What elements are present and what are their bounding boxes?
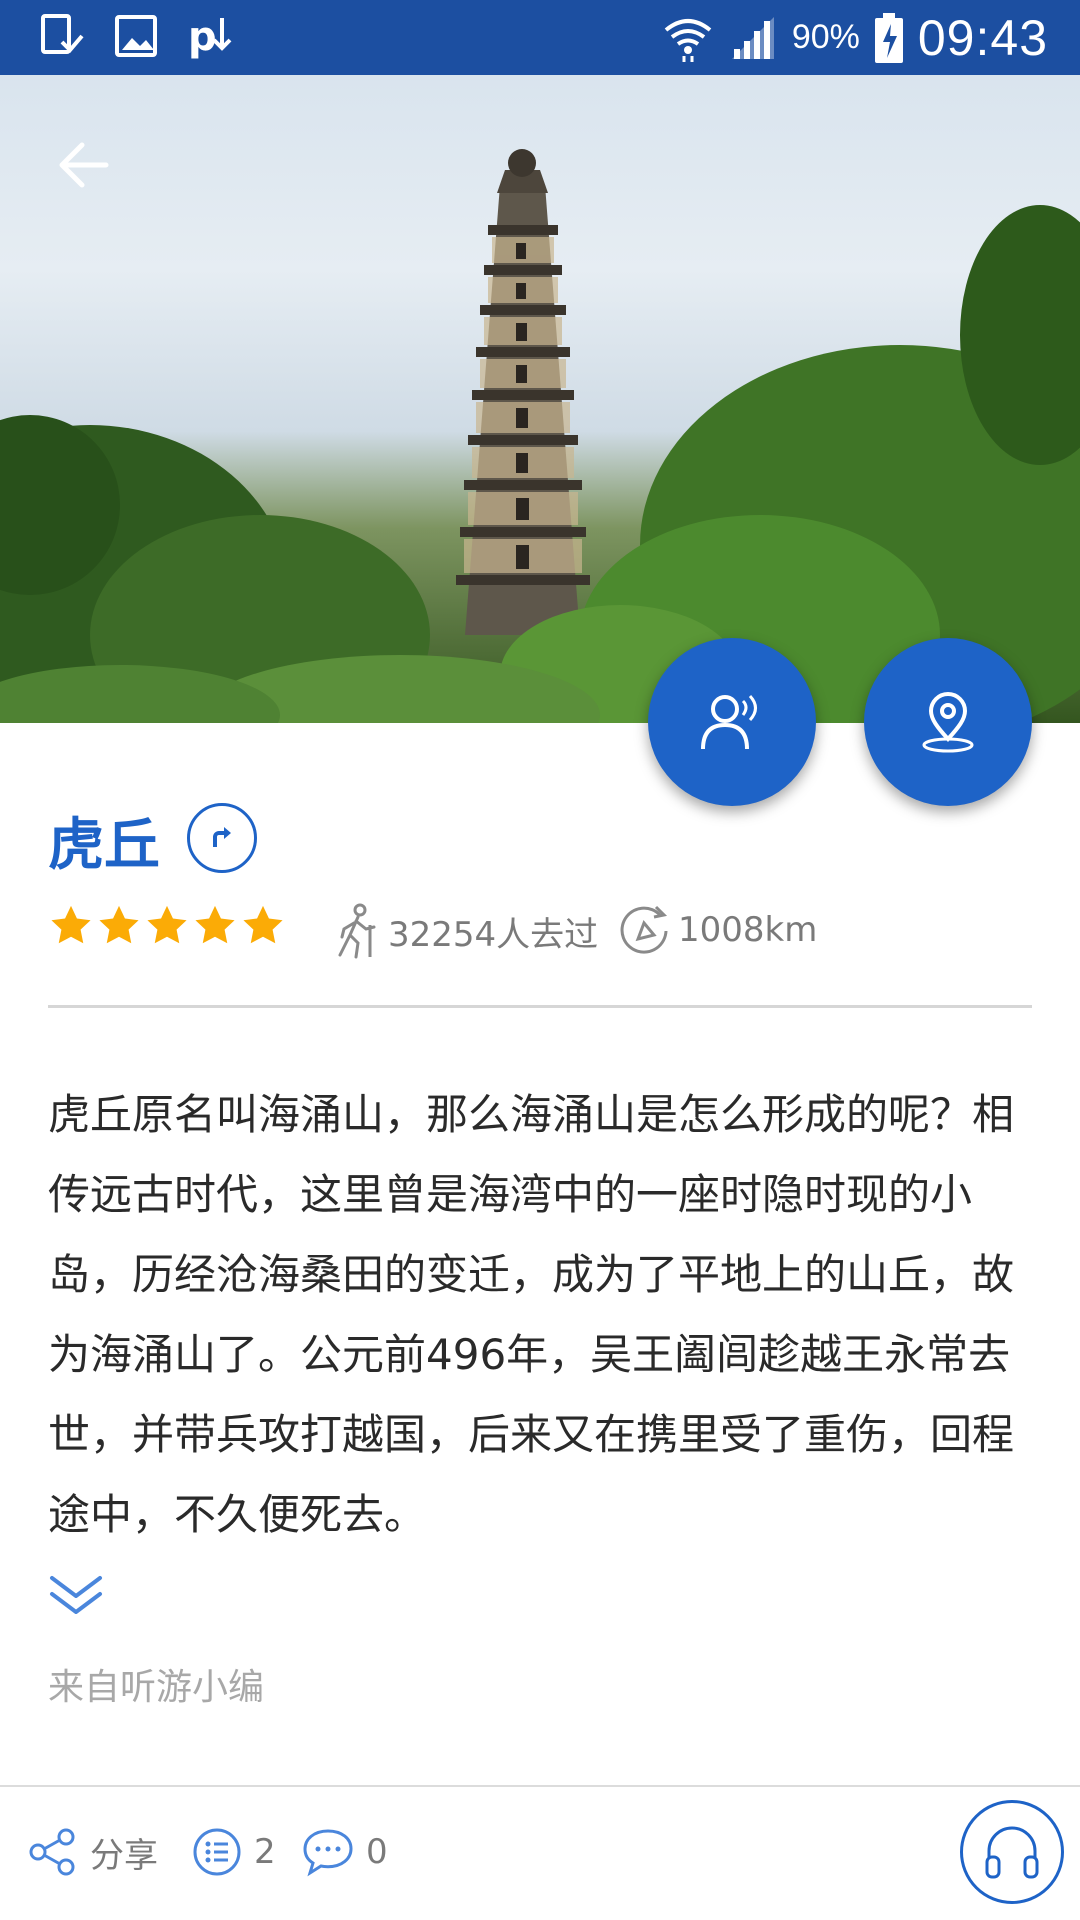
expand-button[interactable]: [48, 1572, 104, 1620]
comment-button[interactable]: 0: [302, 1827, 388, 1877]
svg-text:p: p: [188, 14, 217, 60]
star-icon: [243, 905, 283, 944]
back-button[interactable]: [50, 130, 120, 200]
share-button[interactable]: 分享: [28, 1827, 158, 1877]
pagoda-scene: [0, 149, 1080, 723]
visitor-count-text: 32254人去过: [388, 914, 599, 955]
speaking-person-icon: [701, 694, 757, 750]
wifi-icon: [664, 18, 712, 62]
app-notification-icon: p: [188, 14, 232, 60]
list-button[interactable]: 2: [192, 1827, 276, 1877]
visitor-count: 32254人去过: [330, 903, 598, 959]
distance-text: 1008km: [678, 910, 818, 950]
status-bar-notifications: p: [40, 12, 236, 60]
comment-icon: [303, 1829, 353, 1877]
walking-person-icon: [338, 903, 376, 959]
rating-stars: [48, 903, 286, 949]
share-icon: [29, 1828, 75, 1876]
map-pin-icon: [922, 692, 974, 753]
audio-guide-button[interactable]: [648, 638, 816, 806]
battery-percent: 90%: [791, 18, 860, 56]
star-icon: [147, 905, 187, 944]
source-credit: 来自听游小编: [48, 1667, 265, 1708]
list-count: 2: [254, 1832, 276, 1872]
route-button[interactable]: [187, 803, 257, 873]
distance: 1008km: [618, 903, 817, 957]
comment-count: 0: [366, 1832, 388, 1872]
page-title: 虎丘: [48, 813, 160, 878]
arrow-left-icon: [59, 142, 109, 188]
route-arrow-icon: [213, 827, 231, 847]
battery-charging-icon: [874, 12, 903, 63]
divider: [48, 1005, 1032, 1008]
compass-icon: [620, 905, 668, 954]
download-notification-icon: [41, 14, 84, 54]
list-icon: [193, 1828, 241, 1876]
star-icon: [51, 905, 91, 944]
status-bar: p 90% 09:43: [0, 0, 1080, 75]
star-icon: [195, 905, 235, 944]
bottom-action-bar: 分享 2 0: [0, 1785, 1080, 1920]
clock: 09:43: [917, 9, 1048, 66]
status-bar-system: 90% 09:43: [662, 0, 1048, 75]
image-notification-icon: [115, 15, 157, 57]
signal-icon: [731, 16, 774, 59]
hero-image: [0, 75, 1080, 723]
headphones-icon: [985, 1826, 1039, 1879]
pagoda: [456, 149, 590, 635]
share-label: 分享: [90, 1835, 158, 1876]
listen-button[interactable]: [960, 1800, 1064, 1904]
double-chevron-down-icon: [50, 1576, 102, 1614]
star-icon: [99, 905, 139, 944]
description-text: 虎丘原名叫海涌山，那么海涌山是怎么形成的呢？相传远古时代，这里曾是海湾中的一座时…: [48, 1090, 1015, 1539]
location-button[interactable]: [864, 638, 1032, 806]
